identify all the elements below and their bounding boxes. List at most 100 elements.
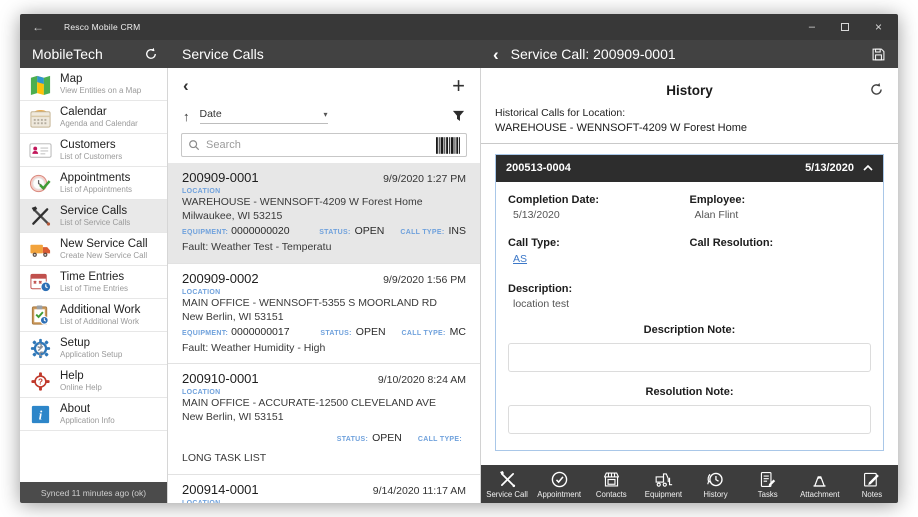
detail-back-icon[interactable]: ‹	[493, 46, 499, 63]
save-icon[interactable]	[871, 47, 886, 62]
new-service-call-icon	[29, 238, 52, 261]
list-back-icon[interactable]: ‹	[183, 76, 189, 96]
history-icon	[706, 470, 725, 489]
sidebar-item-map[interactable]: MapView Entities on a Map	[20, 68, 167, 101]
sidebar-item-appointments[interactable]: AppointmentsList of Appointments	[20, 167, 167, 200]
sidebar-item-sublabel: View Entities on a Map	[60, 86, 141, 95]
equipment-label: EQUIPMENT:	[182, 330, 228, 337]
appointment-icon	[550, 470, 569, 489]
service-call-row[interactable]: 200914-00019/14/2020 11:17 AM LOCATION M…	[168, 475, 480, 503]
notes-icon	[862, 470, 881, 489]
historical-call-card-header[interactable]: 200513-0004 5/13/2020	[496, 155, 883, 182]
sidebar-item-time-entries[interactable]: Time EntriesList of Time Entries	[20, 266, 167, 299]
call-resolution-label: Call Resolution:	[690, 237, 872, 249]
toolbar-notes[interactable]: Notes	[846, 465, 898, 503]
refresh-history-icon[interactable]	[869, 82, 884, 97]
service-call-list: 200909-00019/9/2020 1:27 PM LOCATION WAR…	[168, 163, 480, 503]
resolution-note-input[interactable]	[508, 405, 871, 434]
sidebar-item-new-service-call[interactable]: New Service CallCreate New Service Call	[20, 233, 167, 266]
call-type-value: MC	[450, 326, 466, 338]
close-button[interactable]: ×	[875, 21, 882, 33]
map-icon	[29, 73, 52, 96]
call-location: MAIN OFFICE - WENNSOFT-5355 S MOORLAND R…	[182, 296, 466, 310]
sidebar-item-setup[interactable]: SetupApplication Setup	[20, 332, 167, 365]
call-type-field: Call Type: AS	[508, 237, 690, 267]
historical-call-date: 5/13/2020	[805, 162, 854, 174]
titlebar-back-icon[interactable]: ←	[32, 21, 44, 33]
sort-field-dropdown[interactable]: Date ▾	[200, 108, 328, 124]
call-city: New Berlin, WI 53151	[182, 410, 466, 424]
sidebar-item-label: Appointments	[60, 172, 132, 185]
call-type-link[interactable]: AS	[513, 253, 527, 265]
toolbar-attachment[interactable]: Attachment	[794, 465, 846, 503]
sidebar-item-sublabel: List of Appointments	[60, 185, 132, 194]
fault-text: Fault: Weather Test - Temperatu	[182, 240, 466, 254]
equipment-value: 0000000020	[231, 225, 289, 237]
employee-value: Alan Flint	[690, 209, 872, 221]
add-service-call-button[interactable]: +	[452, 75, 465, 97]
call-location: MAIN OFFICE - ACCURATE-12500 CLEVELAND A…	[182, 396, 466, 410]
sidebar-item-label: Setup	[60, 337, 122, 350]
sidebar-item-label: Calendar	[60, 106, 138, 119]
sidebar-item-sublabel: List of Additional Work	[60, 317, 140, 326]
window-title: Resco Mobile CRM	[64, 22, 140, 32]
location-label: LOCATION	[182, 500, 466, 503]
search-box	[181, 133, 467, 157]
detail-toolbar: Service Call Appointment Contacts Equipm…	[481, 465, 898, 503]
appointments-icon	[29, 172, 52, 195]
history-detail-panel: History Historical Calls for Location: W…	[481, 68, 898, 503]
status-label: STATUS:	[337, 436, 368, 443]
sidebar-item-sublabel: List of Time Entries	[60, 284, 128, 293]
attachment-icon	[810, 470, 829, 489]
call-city: New Berlin, WI 53151	[182, 310, 466, 324]
help-icon: ?	[29, 370, 52, 393]
search-input[interactable]	[206, 139, 430, 151]
barcode-scan-icon[interactable]	[436, 137, 460, 154]
sidebar-item-about[interactable]: i AboutApplication Info	[20, 398, 167, 431]
toolbar-history[interactable]: History	[690, 465, 742, 503]
description-note-label: Description Note:	[508, 324, 871, 336]
sidebar-item-label: Service Calls	[60, 205, 130, 218]
sort-ascending-icon[interactable]: ↑	[183, 109, 190, 124]
sidebar-item-help[interactable]: ? HelpOnline Help	[20, 365, 167, 398]
resolution-note-label: Resolution Note:	[508, 386, 871, 398]
sidebar-item-sublabel: List of Service Calls	[60, 218, 130, 227]
service-call-row[interactable]: 200909-00029/9/2020 1:56 PM LOCATION MAI…	[168, 264, 480, 365]
toolbar-appointment[interactable]: Appointment	[533, 465, 585, 503]
sidebar-item-customers[interactable]: CustomersList of Customers	[20, 134, 167, 167]
sidebar-item-label: Additional Work	[60, 304, 140, 317]
completion-date-value: 5/13/2020	[508, 209, 690, 221]
service-call-row[interactable]: 200910-00019/10/2020 8:24 AM LOCATION MA…	[168, 364, 480, 475]
sidebar-item-sublabel: Application Setup	[60, 350, 122, 359]
description-note-input[interactable]	[508, 343, 871, 372]
call-datetime: 9/14/2020 11:17 AM	[373, 485, 466, 497]
call-id: 200909-0002	[182, 271, 259, 286]
toolbar-tasks[interactable]: Tasks	[742, 465, 794, 503]
sidebar-item-sublabel: Online Help	[60, 383, 102, 392]
sidebar-item-service-calls[interactable]: Service CallsList of Service Calls	[20, 200, 167, 233]
completion-date-label: Completion Date:	[508, 194, 690, 206]
status-value: OPEN	[356, 326, 386, 338]
toolbar-service-call[interactable]: Service Call	[481, 465, 533, 503]
completion-date-field: Completion Date: 5/13/2020	[508, 194, 690, 221]
sync-refresh-icon[interactable]	[144, 47, 158, 61]
about-icon: i	[29, 403, 52, 426]
call-type-label: Call Type:	[508, 237, 690, 249]
minimize-button[interactable]: –	[809, 22, 815, 33]
sidebar-item-label: Time Entries	[60, 271, 128, 284]
maximize-button[interactable]	[841, 23, 849, 31]
sidebar-item-additional-work[interactable]: Additional WorkList of Additional Work	[20, 299, 167, 332]
sidebar-item-label: New Service Call	[60, 238, 148, 251]
toolbar-equipment[interactable]: Equipment	[637, 465, 689, 503]
sidebar-item-calendar[interactable]: CalendarAgenda and Calendar	[20, 101, 167, 134]
description-note-section: Description Note:	[508, 324, 871, 372]
sidebar-item-label: Help	[60, 370, 102, 383]
toolbar-contacts[interactable]: Contacts	[585, 465, 637, 503]
call-datetime: 9/9/2020 1:27 PM	[383, 173, 466, 185]
titlebar: ← Resco Mobile CRM – ×	[20, 14, 898, 40]
historical-call-id: 200513-0004	[506, 162, 571, 174]
service-call-row[interactable]: 200909-00019/9/2020 1:27 PM LOCATION WAR…	[168, 163, 480, 264]
location-label: LOCATION	[182, 188, 466, 195]
chevron-up-icon	[863, 165, 873, 171]
filter-icon[interactable]	[452, 110, 465, 123]
